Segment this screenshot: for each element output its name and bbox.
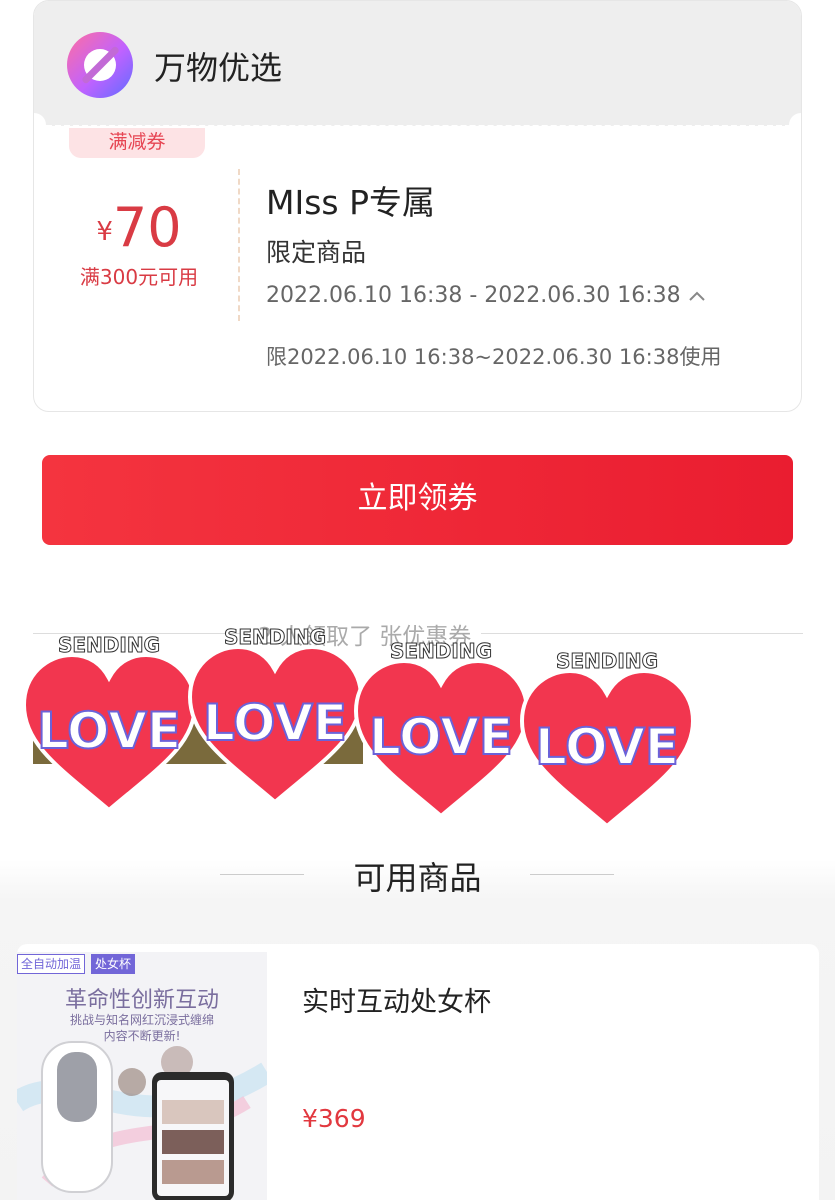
coupon-date-range: 2022.06.10 16:38 - 2022.06.30 16:38 bbox=[266, 283, 681, 308]
product-name[interactable]: 实时互动处女杯 bbox=[302, 980, 491, 1019]
sticker-top-text: SENDING bbox=[224, 625, 326, 649]
sticker-main-text: LOVE bbox=[535, 718, 679, 776]
amount-value: 70 bbox=[112, 196, 182, 259]
product-price: ¥369 bbox=[302, 1104, 366, 1133]
coupon-separator bbox=[238, 169, 240, 321]
product-illustration bbox=[17, 1041, 267, 1200]
sticker-main-text: LOVE bbox=[37, 702, 181, 760]
sticker-main-text: LOVE bbox=[203, 694, 347, 752]
product-card[interactable]: 全自动加温 处女杯 革命性创新互动 挑战与知名网红沉浸式缠绵 内容不断更新! 实… bbox=[17, 944, 819, 1200]
product-image[interactable]: 全自动加温 处女杯 革命性创新互动 挑战与知名网红沉浸式缠绵 内容不断更新! bbox=[17, 952, 267, 1200]
coupon-type-tag: 满减券 bbox=[69, 128, 205, 158]
shop-header[interactable]: 万物优选 bbox=[34, 1, 801, 126]
coupon-title: MIss P专属 bbox=[266, 183, 435, 222]
coupon-usage-limit: 限2022.06.10 16:38~2022.06.30 16:38使用 bbox=[266, 345, 722, 369]
love-sticker: SENDING LOVE bbox=[353, 636, 530, 821]
love-sticker: SENDING LOVE bbox=[519, 646, 696, 831]
claim-coupon-button[interactable]: 立即领券 bbox=[42, 455, 793, 545]
love-sticker: SENDING LOVE bbox=[21, 630, 198, 815]
coupon-notch-right bbox=[789, 113, 801, 137]
section-divider-right bbox=[530, 874, 614, 875]
brand-logo-icon bbox=[67, 32, 133, 98]
currency-symbol: ¥ bbox=[96, 217, 113, 247]
sticker-top-text: SENDING bbox=[556, 649, 658, 673]
love-sticker: SENDING LOVE bbox=[187, 622, 364, 807]
chevron-up-icon[interactable] bbox=[686, 285, 708, 307]
coupon-card: 万物优选 满减券 ¥70 满300元可用 MIss P专属 限定商品 2022.… bbox=[33, 0, 802, 412]
sticker-top-text: SENDING bbox=[390, 639, 492, 663]
sticker-top-text: SENDING bbox=[58, 633, 160, 657]
coupon-scope: 限定商品 bbox=[266, 238, 367, 267]
section-title: 可用商品 bbox=[353, 859, 482, 897]
coupon-condition: 满300元可用 bbox=[79, 265, 199, 289]
coupon-amount: ¥70 bbox=[34, 196, 244, 259]
sticker-main-text: LOVE bbox=[369, 708, 513, 766]
shop-name[interactable]: 万物优选 bbox=[154, 43, 282, 89]
